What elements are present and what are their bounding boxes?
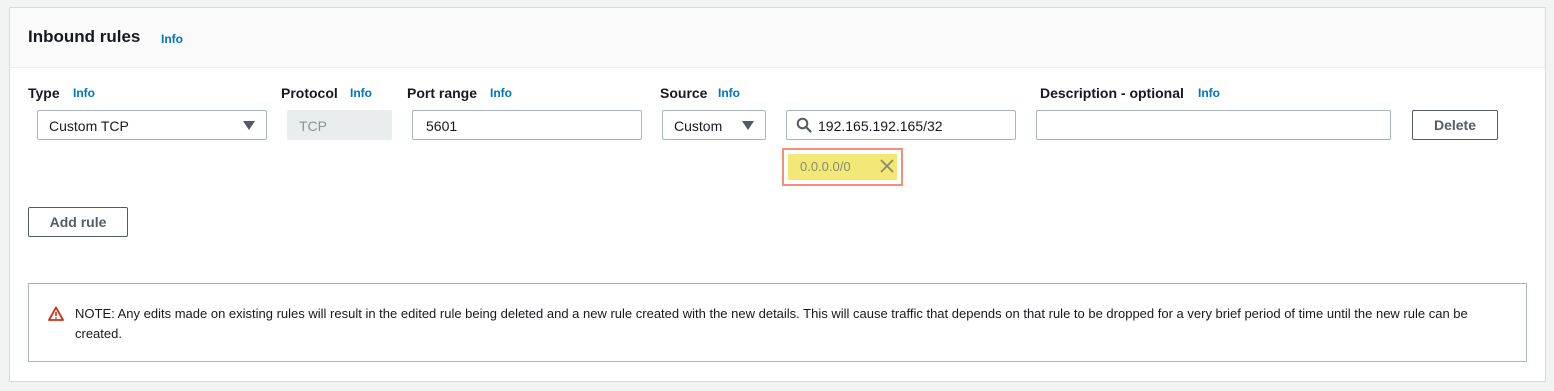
caret-down-icon <box>243 121 255 130</box>
search-icon <box>796 117 812 133</box>
type-select[interactable]: Custom TCP <box>37 110 267 140</box>
add-rule-button[interactable]: Add rule <box>28 207 128 237</box>
protocol-info-link[interactable]: Info <box>350 86 372 100</box>
edit-warning-note: NOTE: Any edits made on existing rules w… <box>28 283 1527 362</box>
cidr-token-highlight: 0.0.0.0/0 <box>782 148 903 186</box>
protocol-value: TCP <box>299 118 327 134</box>
description-info-link[interactable]: Info <box>1198 86 1220 100</box>
close-icon[interactable] <box>879 158 895 174</box>
caret-down-icon <box>742 121 754 130</box>
type-info-link[interactable]: Info <box>73 86 95 100</box>
cidr-search-input[interactable]: 192.165.192.165/32 <box>786 110 1016 140</box>
port-range-label: Port range <box>407 85 478 101</box>
cidr-token-label: 0.0.0.0/0 <box>800 159 851 174</box>
source-select-value: Custom <box>674 118 723 134</box>
note-text: NOTE: Any edits made on existing rules w… <box>75 306 1468 341</box>
warning-icon <box>48 306 64 321</box>
source-info-link[interactable]: Info <box>718 86 740 100</box>
description-label: Description - optional <box>1040 85 1184 101</box>
cidr-search-value: 192.165.192.165/32 <box>818 118 943 134</box>
delete-button[interactable]: Delete <box>1412 110 1498 140</box>
source-label: Source <box>660 85 708 101</box>
source-select[interactable]: Custom <box>662 110 766 140</box>
cidr-token: 0.0.0.0/0 <box>788 154 897 180</box>
protocol-field: TCP <box>287 110 392 140</box>
port-range-info-link[interactable]: Info <box>490 86 512 100</box>
protocol-label: Protocol <box>281 85 338 101</box>
type-select-value: Custom TCP <box>49 118 129 134</box>
panel-header: Inbound rules Info <box>10 8 1545 68</box>
description-input[interactable] <box>1036 110 1391 140</box>
section-info-link[interactable]: Info <box>161 32 183 46</box>
inbound-rules-panel: Inbound rules Info Type Info Protocol In… <box>9 7 1546 382</box>
port-range-value: 5601 <box>426 118 458 134</box>
type-label: Type <box>28 85 60 101</box>
section-title: Inbound rules <box>28 27 141 46</box>
port-range-input[interactable]: 5601 <box>412 110 642 140</box>
